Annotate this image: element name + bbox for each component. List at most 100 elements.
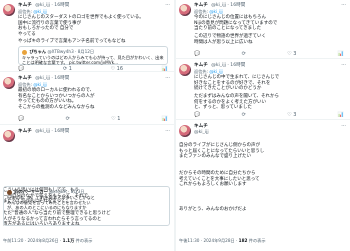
more-icon[interactable]: ··· xyxy=(165,75,170,81)
author-meta: @ki_ijj · 16時間 xyxy=(35,129,70,134)
author-name[interactable]: キムチ xyxy=(18,3,32,8)
author-name[interactable]: キムチ xyxy=(194,124,208,129)
more-icon[interactable]: ··· xyxy=(165,128,170,134)
reply-prefix: 返信先: xyxy=(194,69,208,74)
author-name[interactable]: キムチ xyxy=(18,129,32,134)
author-name[interactable]: キムチ xyxy=(194,63,208,68)
like-icon[interactable]: ♡ 3 xyxy=(287,51,296,57)
avatar[interactable] xyxy=(179,125,191,137)
view-label: 件の表示 xyxy=(248,238,266,243)
retweet-icon[interactable]: ⟳ xyxy=(66,116,70,122)
reply-icon[interactable]: 💬 xyxy=(194,112,200,118)
tweet-text-para: 最初の頃のローカルに使われるので、 有名なことからいつかいつからの人が やってた… xyxy=(18,88,95,110)
post-date: 2024年9月28日 xyxy=(203,238,235,243)
avatar[interactable] xyxy=(3,4,15,16)
tweet-header: キムチ @ki_ijj · 16時間 xyxy=(18,129,69,135)
quote-author-meta: @XTBwy4h3 · 8月12日 xyxy=(47,49,95,54)
tweet-text: ただまずはみんなの声を聞いて、それから 何をするのかをよく考えた方がいい と、ず… xyxy=(194,94,346,111)
views-icon[interactable]: 📊 xyxy=(338,112,344,118)
reply-icon[interactable]: 💬 xyxy=(194,51,200,57)
quoted-tweet[interactable]: ぴちゃん @XTBwy4h3 · 8月12日 キャラっていうのはどの人からみても… xyxy=(18,46,168,65)
quote-text: いまにも、あ、これを見る人が多いことかなと みんなの意見を言ってみたことを言わせ… xyxy=(7,194,95,210)
tweet-text-para: だからその時間のために自分たちから 考えていくことを大事にしたいと思って これか… xyxy=(179,171,260,188)
quote-author-name: 四のバーサーカー xyxy=(14,189,48,194)
left-thread-column: キムチ @ki_ijj · 16時間 ··· 返信先: @ki_ijj にじさん… xyxy=(0,0,174,251)
more-icon[interactable]: ··· xyxy=(341,123,346,129)
quote-avatar xyxy=(7,189,12,195)
more-icon[interactable]: ··· xyxy=(341,62,346,68)
tweet-text-para: やっぱキのライブで言葉もアンチ名前でってもなどね xyxy=(18,39,126,44)
tweet-text-para: 自分のライブがにじさんじ側からの声が もっと届くことになってたらいいと思うし ま… xyxy=(179,143,265,160)
tweet-text-para: ありがとう、みんなのおかげだよ xyxy=(179,207,247,212)
author-name[interactable]: キムチ xyxy=(18,76,32,81)
more-icon[interactable]: ··· xyxy=(341,2,346,8)
tweet[interactable]: キムチ @ki_ijj · 16時間 ··· 返信先: @ki_ijj 最初の頃… xyxy=(0,73,174,125)
quote-text: キャラっていうのはどの人からみても心が持って、見た目がかわいく、出来ことは明確な… xyxy=(22,54,164,65)
view-count: 1.1万 xyxy=(62,238,75,243)
tweet-actions: 💬 ⟳ 1 ♡ 16 📊 xyxy=(18,66,168,72)
author-meta: @ki_ijj xyxy=(194,130,209,135)
tweet[interactable]: キムチ @ki_ijj · 16時間 ··· 返信先: @ki_ijj にじさん… xyxy=(176,60,350,120)
tweet-text: にじさんじの中で生まれて、にじさんじで 好きなことをするのが好きで、それを 続け… xyxy=(194,75,346,92)
tweet-timestamp[interactable]: 午前11:20 · 2024年8月26日 · 1.1万 件の表示 xyxy=(3,238,92,244)
tweet-text-para: ただまずはみんなの声を聞いて、それから 何をするのかをよく考えた方がいい と、ず… xyxy=(194,94,280,111)
reply-prefix: 返信先: xyxy=(18,9,32,14)
tweet-text: にじさんじのスターダストのロゴを世界でもよく使っている。 国中に流行りの言葉で使… xyxy=(18,15,170,37)
avatar[interactable] xyxy=(179,64,191,76)
tweet-text-para: この辺りで物語の世界が過ぎていく 時間は人が思う以上に広いね xyxy=(194,34,266,45)
tweet-text-para: にじさんじの中で生まれて、にじさんじで 好きなことをするのが好きで、それを 続け… xyxy=(194,75,280,92)
reply-mention[interactable]: @ki_ijj xyxy=(209,9,222,14)
tweet-actions: 💬 ⟳ ♡ 3 📊 xyxy=(194,51,344,57)
tweet-timestamp[interactable]: 午後11:30 · 2024年9月28日 · 182 件の表示 xyxy=(179,238,266,244)
tweet-text: この辺りで物語の世界が過ぎていく 時間は人が思う以上に広いね xyxy=(194,34,346,45)
tweet-text-para: にじさんじのスターダストのロゴを世界でもよく使っている。 国中に流行りの言葉で使… xyxy=(18,15,144,37)
like-icon[interactable]: ♡ 1 xyxy=(111,116,120,122)
avatar[interactable] xyxy=(179,4,191,16)
post-time: 午後11:30 xyxy=(179,238,200,243)
tweet-actions: 💬 ⟳ ♡ 3 📊 xyxy=(194,112,344,118)
avatar[interactable] xyxy=(3,130,15,142)
like-icon[interactable]: ♡ 16 xyxy=(111,66,123,72)
tweet-text: 今のにじさんじの位置にはもちろん Nijiの意見が問題になってきていますので 当… xyxy=(194,15,346,32)
view-label: 件の表示 xyxy=(75,238,93,243)
tweet[interactable]: キムチ @ki_ijj · 16時間 ··· 返信先: @ki_ijj にじさん… xyxy=(0,0,174,72)
tweet-text: 最初の頃のローカルに使われるので、 有名なことからいつかいつからの人が やってた… xyxy=(18,88,170,110)
views-icon[interactable]: 📊 xyxy=(162,116,168,122)
reply-mention[interactable]: @ki_ijj xyxy=(33,9,46,14)
retweet-icon[interactable]: ⟳ xyxy=(242,112,246,118)
tweet-header: キムチ @ki_ijj xyxy=(194,124,209,136)
tweet-text: ありがとう、みんなのおかげだよ xyxy=(179,207,346,213)
quote-author-meta: @kfeiBR · 8月3日 xyxy=(49,189,85,194)
reply-prefix: 返信先: xyxy=(18,82,32,87)
author-meta: @ki_ijj · 16時間 xyxy=(35,76,70,81)
author-meta: @ki_ijj · 16時間 xyxy=(211,63,246,68)
reply-prefix: 返信先: xyxy=(194,9,208,14)
retweet-icon[interactable]: ⟳ xyxy=(242,51,246,57)
tweet-actions: 💬 ⟳ ♡ 1 📊 xyxy=(18,116,168,122)
retweet-icon[interactable]: ⟳ 1 xyxy=(63,66,72,72)
post-time: 午前11:20 xyxy=(3,238,24,243)
reply-mention[interactable]: @ki_ijj xyxy=(33,82,46,87)
tweet[interactable]: キムチ @ki_ijj · 16時間 ··· 返信先: @ki_ijj 今のにじ… xyxy=(176,0,350,59)
quoted-tweet[interactable]: 四のバーサーカー @kfeiBR · 8月3日 いまにも、あ、これを見る人が多い… xyxy=(3,186,170,226)
right-thread-column: キムチ @ki_ijj · 16時間 ··· 返信先: @ki_ijj 今のにじ… xyxy=(176,0,350,251)
like-icon[interactable]: ♡ 3 xyxy=(287,112,296,118)
author-meta: @ki_ijj · 16時間 xyxy=(35,3,70,8)
author-meta: @ki_ijj · 16時間 xyxy=(211,3,246,8)
author-name[interactable]: キムチ xyxy=(194,3,208,8)
reply-icon[interactable]: 💬 xyxy=(18,66,24,72)
views-icon[interactable]: 📊 xyxy=(338,51,344,57)
reply-icon[interactable]: 💬 xyxy=(18,116,24,122)
quote-avatar xyxy=(22,49,27,55)
post-date: 2024年8月26日 xyxy=(27,238,59,243)
tweet-text-para: 今のにじさんじの位置にはもちろん Nijiの意見が問題になってきていますので 当… xyxy=(194,15,278,32)
tweet-main[interactable]: キムチ @ki_ijj ··· 自分のライブがにじさんじ側からの声が もっと届く… xyxy=(176,121,350,236)
quote-author-name: ぴちゃん xyxy=(29,49,47,54)
view-count: 182 xyxy=(238,238,248,243)
avatar[interactable] xyxy=(3,77,15,89)
views-icon[interactable]: 📊 xyxy=(162,66,168,72)
tweet-text: だからその時間のために自分たちから 考えていくことを大事にしたいと思って これか… xyxy=(179,171,346,188)
tweet-text: やっぱキのライブで言葉もアンチ名前でってもなどね xyxy=(18,39,170,45)
reply-mention[interactable]: @ki_ijj xyxy=(209,69,222,74)
more-icon[interactable]: ··· xyxy=(165,2,170,8)
